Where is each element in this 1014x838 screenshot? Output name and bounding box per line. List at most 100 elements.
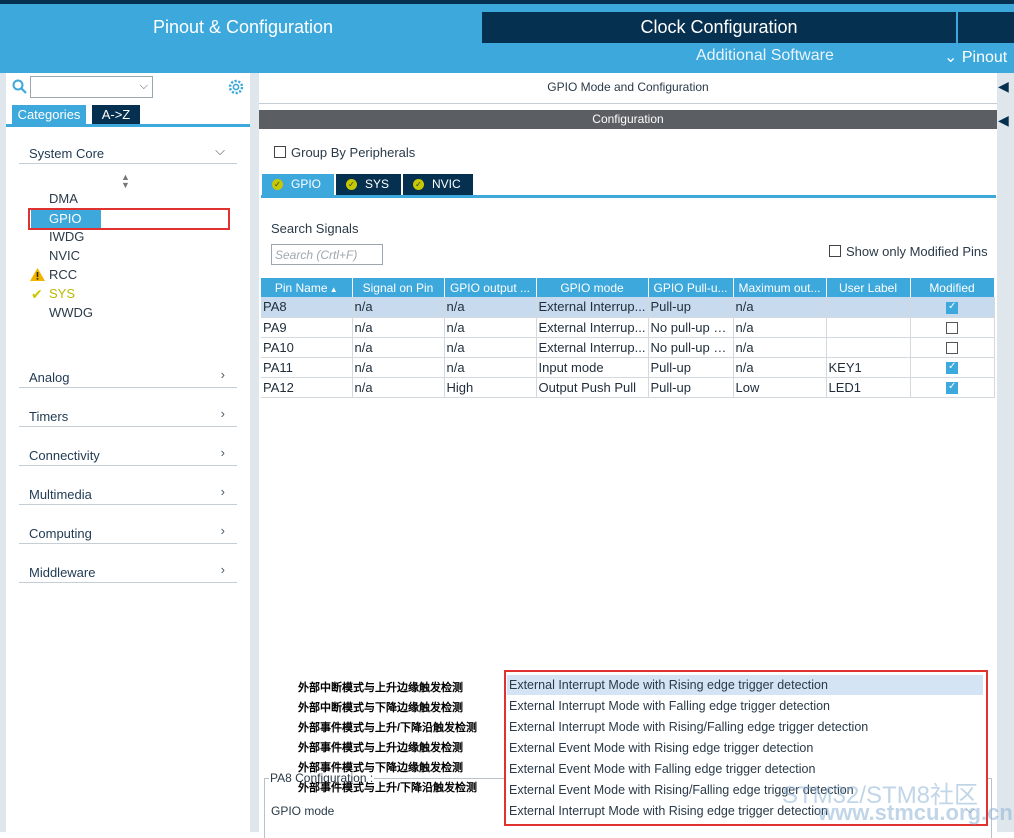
pinout-menu[interactable]: ⌄ Pinout <box>944 47 1007 67</box>
cell-mode: Output Push Pull <box>536 377 649 398</box>
category-connectivity[interactable]: Connectivity › <box>19 442 237 466</box>
gpio-mode-label: GPIO mode <box>271 804 335 818</box>
category-timers[interactable]: Timers › <box>19 403 237 427</box>
column-header-label: Pin Name <box>274 280 328 295</box>
collapse-left-icon[interactable]: ◀ <box>998 112 1009 129</box>
sidebar-item-label: GPIO <box>49 211 82 226</box>
dropdown-option[interactable]: External Event Mode with Rising edge tri… <box>507 738 983 758</box>
table-row[interactable]: PA8 n/a n/a External Interrup... Pull-up… <box>261 297 995 318</box>
column-header-gpio-mode[interactable]: GPIO mode <box>536 278 649 297</box>
configuration-header: Configuration <box>259 110 997 129</box>
tab-underline <box>6 124 250 127</box>
category-analog[interactable]: Analog › <box>19 364 237 388</box>
tab-sys[interactable]: ✓ SYS <box>336 174 401 195</box>
sort-icon[interactable]: ▲ ▼ <box>121 173 130 190</box>
category-middleware[interactable]: Middleware › <box>19 559 237 583</box>
sidebar-item-rcc[interactable]: RCC <box>49 267 77 282</box>
category-label: Computing <box>29 526 92 541</box>
cell-label <box>826 317 911 338</box>
chevron-down-icon: ⌄ <box>944 49 962 66</box>
gear-icon[interactable] <box>227 78 245 96</box>
watermark-url: www.stmcu.org.cn <box>818 800 1013 825</box>
tab-categories[interactable]: Categories <box>12 105 86 124</box>
cell-pull: Pull-up <box>648 377 734 398</box>
table-row[interactable]: PA10 n/a n/a External Interrup... No pul… <box>261 337 995 358</box>
sidebar-item-wwdg[interactable]: WWDG <box>49 305 93 320</box>
show-modified-checkbox[interactable] <box>829 245 841 257</box>
sidebar-item-nvic[interactable]: NVIC <box>49 248 80 263</box>
category-computing[interactable]: Computing › <box>19 520 237 544</box>
modified-checkbox[interactable] <box>946 301 958 314</box>
sidebar-item-gpio[interactable]: GPIO <box>31 210 101 228</box>
tab-overflow[interactable] <box>958 12 1014 43</box>
search-signals-input[interactable] <box>271 244 383 265</box>
sidebar-item-sys[interactable]: SYS <box>49 286 75 301</box>
column-header-user-label[interactable]: User Label <box>826 278 911 297</box>
annotation-text: 外部事件模式与上升边缘触发检测 <box>298 742 463 754</box>
cell-pin: PA12 <box>261 377 353 398</box>
tab-nvic[interactable]: ✓ NVIC <box>403 174 473 195</box>
dropdown-option[interactable]: External Interrupt Mode with Rising edge… <box>507 675 983 695</box>
right-edge <box>997 73 1014 832</box>
tab-a-z[interactable]: A->Z <box>92 105 140 124</box>
cell-pin: PA8 <box>261 297 353 318</box>
cell-pull: Pull-up <box>648 357 734 378</box>
page-title: GPIO Mode and Configuration <box>547 80 709 94</box>
dropdown-option[interactable]: External Interrupt Mode with Rising/Fall… <box>507 717 983 737</box>
modified-checkbox[interactable] <box>946 381 958 395</box>
chevron-down-icon: ⌵ <box>215 143 225 158</box>
collapse-left-icon[interactable]: ◀ <box>998 78 1009 95</box>
tab-clock-configuration[interactable]: Clock Configuration <box>482 12 956 43</box>
cell-output: n/a <box>444 297 537 318</box>
cell-mode: External Interrup... <box>536 297 649 318</box>
column-header-max-output[interactable]: Maximum out... <box>733 278 827 297</box>
search-combo[interactable]: ⌵ <box>30 76 153 98</box>
panel-splitter[interactable] <box>250 73 259 832</box>
column-header-signal[interactable]: Signal on Pin <box>352 278 445 297</box>
group-by-peripherals-checkbox[interactable] <box>274 146 286 158</box>
cell-modified <box>910 317 995 338</box>
column-header-pin-name[interactable]: Pin Name ▲ <box>261 278 353 297</box>
check-icon: ✓ <box>272 179 283 190</box>
search-icon[interactable] <box>12 79 28 95</box>
category-multimedia[interactable]: Multimedia › <box>19 481 237 505</box>
sidebar-item-iwdg[interactable]: IWDG <box>49 229 84 244</box>
chevron-down-icon: ⌵ <box>139 80 148 92</box>
cell-output: High <box>444 377 537 398</box>
column-header-pull[interactable]: GPIO Pull-u... <box>648 278 734 297</box>
column-header-modified[interactable]: Modified <box>910 278 995 297</box>
cell-modified <box>910 297 995 318</box>
show-modified-label: Show only Modified Pins <box>846 244 988 259</box>
pin-table: Pin Name ▲ Signal on Pin GPIO output ...… <box>261 278 995 398</box>
annotation-text: 外部事件模式与上升/下降沿触发检测 <box>298 722 478 734</box>
tab-pinout-configuration[interactable]: Pinout & Configuration <box>6 12 480 43</box>
dropdown-option[interactable]: External Interrupt Mode with Falling edg… <box>507 696 983 716</box>
tab-gpio[interactable]: ✓ GPIO <box>262 174 334 195</box>
cell-modified <box>910 337 995 358</box>
annotation-text: 外部中断模式与下降边缘触发检测 <box>298 702 463 714</box>
table-row[interactable]: PA12 n/a High Output Push Pull Pull-up L… <box>261 377 995 398</box>
column-header-gpio-output[interactable]: GPIO output ... <box>444 278 537 297</box>
chevron-right-icon: › <box>220 484 225 499</box>
cell-speed: n/a <box>733 317 827 338</box>
modified-checkbox[interactable] <box>946 361 958 375</box>
cell-pull: Pull-up <box>648 297 734 318</box>
pinout-menu-label: Pinout <box>961 49 1008 66</box>
warning-icon <box>30 268 45 281</box>
sidebar-item-dma[interactable]: DMA <box>49 191 78 206</box>
additional-software-menu[interactable]: Additional Software <box>696 47 834 65</box>
category-label: Timers <box>29 409 69 424</box>
cell-signal: n/a <box>352 357 445 378</box>
category-system-core[interactable]: System Core ⌵ <box>19 140 237 164</box>
cell-label <box>826 297 911 318</box>
modified-checkbox[interactable] <box>946 322 958 335</box>
table-row[interactable]: PA9 n/a n/a External Interrup... No pull… <box>261 317 995 338</box>
table-row[interactable]: PA11 n/a n/a Input mode Pull-up n/a KEY1 <box>261 357 995 378</box>
cell-pin: PA10 <box>261 337 353 358</box>
cell-mode: External Interrup... <box>536 317 649 338</box>
search-signals-label: Search Signals <box>271 221 359 236</box>
cell-signal: n/a <box>352 317 445 338</box>
cell-output: n/a <box>444 317 537 338</box>
modified-checkbox[interactable] <box>946 342 958 355</box>
check-icon: ✓ <box>413 179 424 190</box>
